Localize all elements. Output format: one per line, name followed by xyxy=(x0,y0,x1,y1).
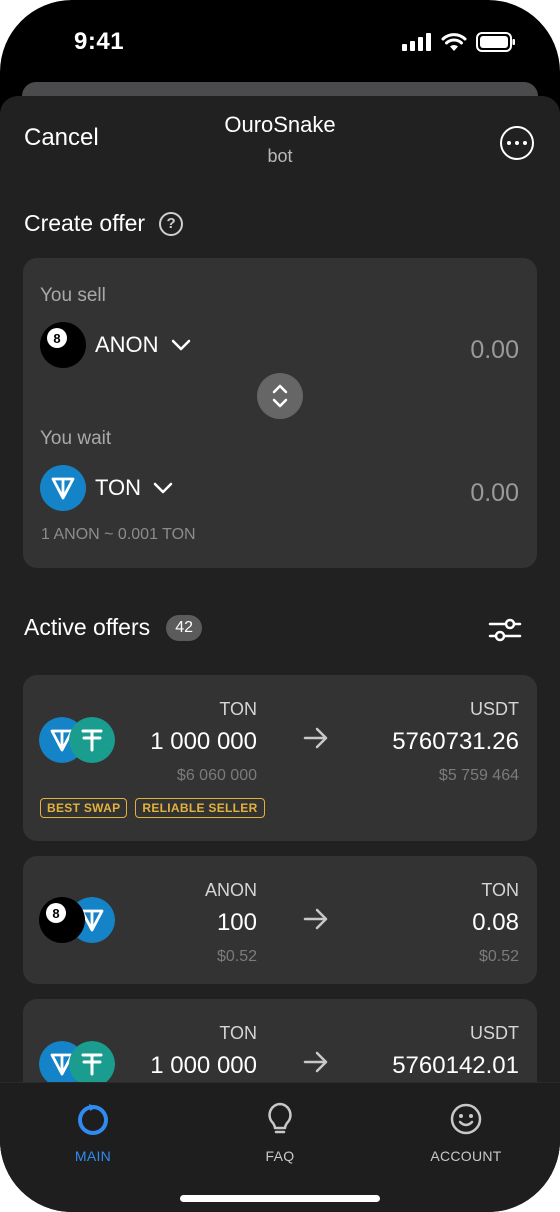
header-title: OuroSnake bot xyxy=(0,112,560,167)
anon-token-icon: 8 xyxy=(40,322,86,368)
tab-faq[interactable]: FAQ xyxy=(220,1101,340,1164)
swap-direction-button[interactable] xyxy=(257,373,303,419)
chevron-down-icon xyxy=(153,482,173,494)
tab-main[interactable]: MAIN xyxy=(33,1101,153,1164)
from-amount: 100 xyxy=(216,909,257,936)
exchange-rate: 1 ANON ~ 0.001 TON xyxy=(41,526,196,543)
usdt-token-icon xyxy=(69,717,115,763)
create-offer-title: Create offer xyxy=(24,210,146,236)
smile-icon xyxy=(450,1103,482,1135)
create-offer-card: You sell 8 ANON 0.00 You wait TON 0.00 1… xyxy=(23,258,537,568)
arrow-right-icon xyxy=(303,908,328,930)
from-symbol: TON xyxy=(219,1023,257,1043)
reliable-seller-tag: RELIABLE SELLER xyxy=(135,798,265,818)
tab-account-label: ACCOUNT xyxy=(430,1148,502,1164)
offer-to: USDT 5760142.01 xyxy=(392,1023,519,1080)
tab-main-label: MAIN xyxy=(74,1148,112,1164)
to-symbol: USDT xyxy=(470,1023,519,1043)
cellular-signal-icon xyxy=(402,33,431,51)
bottom-tab-bar: MAIN FAQ ACCOUNT xyxy=(0,1082,560,1212)
to-amount: 5760731.26 xyxy=(392,728,519,755)
chevron-down-icon xyxy=(171,339,190,351)
to-symbol: USDT xyxy=(470,699,519,719)
create-offer-heading: Create offer ? xyxy=(24,210,184,237)
to-symbol: TON xyxy=(481,880,519,900)
bot-name: OuroSnake xyxy=(224,112,336,137)
wait-amount-input[interactable]: 0.00 xyxy=(470,479,519,508)
status-icons xyxy=(402,32,516,52)
filter-icon[interactable] xyxy=(488,616,522,644)
to-usd: $5 759 464 xyxy=(438,767,519,784)
wait-label: You wait xyxy=(40,428,112,449)
offer-from: TON 1 000 000 $6 060 000 xyxy=(150,699,257,785)
sell-label: You sell xyxy=(40,285,106,306)
best-swap-tag: BEST SWAP xyxy=(40,798,128,818)
to-usd: $0.52 xyxy=(478,948,519,965)
offer-tags: BEST SWAP RELIABLE SELLER xyxy=(40,798,265,818)
battery-icon xyxy=(476,32,515,52)
wait-token-select[interactable]: TON xyxy=(40,465,173,511)
offers-count-badge: 42 xyxy=(166,614,203,641)
phone-screen: 9:41 Cancel OuroSnake bot Create offer ?… xyxy=(0,0,560,1212)
arrow-right-icon xyxy=(303,727,328,749)
sell-token-select[interactable]: 8 ANON xyxy=(40,322,191,368)
help-icon[interactable]: ? xyxy=(159,211,184,236)
sell-token-name: ANON xyxy=(95,332,159,357)
lightbulb-icon xyxy=(268,1102,292,1134)
from-symbol: ANON xyxy=(204,880,257,900)
offer-token-pair xyxy=(39,1041,119,1087)
usdt-token-icon xyxy=(69,1041,115,1087)
offer-to: TON 0.08 $0.52 xyxy=(472,880,519,966)
offer-to: USDT 5760731.26 $5 759 464 xyxy=(392,699,519,785)
from-usd: $0.52 xyxy=(216,948,257,965)
from-symbol: TON xyxy=(219,699,257,719)
active-offers-heading: Active offers 42 xyxy=(24,614,203,641)
offer-from: ANON 100 $0.52 xyxy=(205,880,257,966)
offer-card[interactable]: TON 1 000 000 $6 060 000 USDT 5760731.26… xyxy=(23,675,537,841)
offer-token-pair xyxy=(39,717,119,763)
to-amount: 0.08 xyxy=(472,909,519,936)
active-offers-title: Active offers xyxy=(24,614,151,640)
main-ring-icon xyxy=(78,1104,108,1135)
offer-card[interactable]: 8 ANON 100 $0.52 TON 0.08 $0.52 xyxy=(23,856,537,984)
wifi-icon xyxy=(441,32,467,51)
swap-arrows-icon xyxy=(272,384,288,408)
wait-token-name: TON xyxy=(95,475,142,500)
arrow-right-icon xyxy=(303,1051,328,1073)
home-indicator xyxy=(180,1195,380,1202)
ton-token-icon xyxy=(40,465,86,511)
offer-from: TON 1 000 000 xyxy=(150,1023,257,1080)
bot-subtitle: bot xyxy=(267,146,293,166)
to-amount: 5760142.01 xyxy=(392,1052,519,1079)
sell-amount-input[interactable]: 0.00 xyxy=(470,336,519,365)
tab-faq-label: FAQ xyxy=(265,1148,295,1164)
offer-token-pair: 8 xyxy=(39,897,119,943)
bot-sheet: Cancel OuroSnake bot Create offer ? You … xyxy=(0,96,560,1212)
status-time: 9:41 xyxy=(74,28,125,55)
from-amount: 1 000 000 xyxy=(150,728,257,755)
from-usd: $6 060 000 xyxy=(176,767,257,784)
from-amount: 1 000 000 xyxy=(150,1052,257,1079)
anon-token-icon: 8 xyxy=(39,897,85,943)
more-options-icon[interactable] xyxy=(500,126,534,160)
tab-account[interactable]: ACCOUNT xyxy=(406,1101,526,1164)
